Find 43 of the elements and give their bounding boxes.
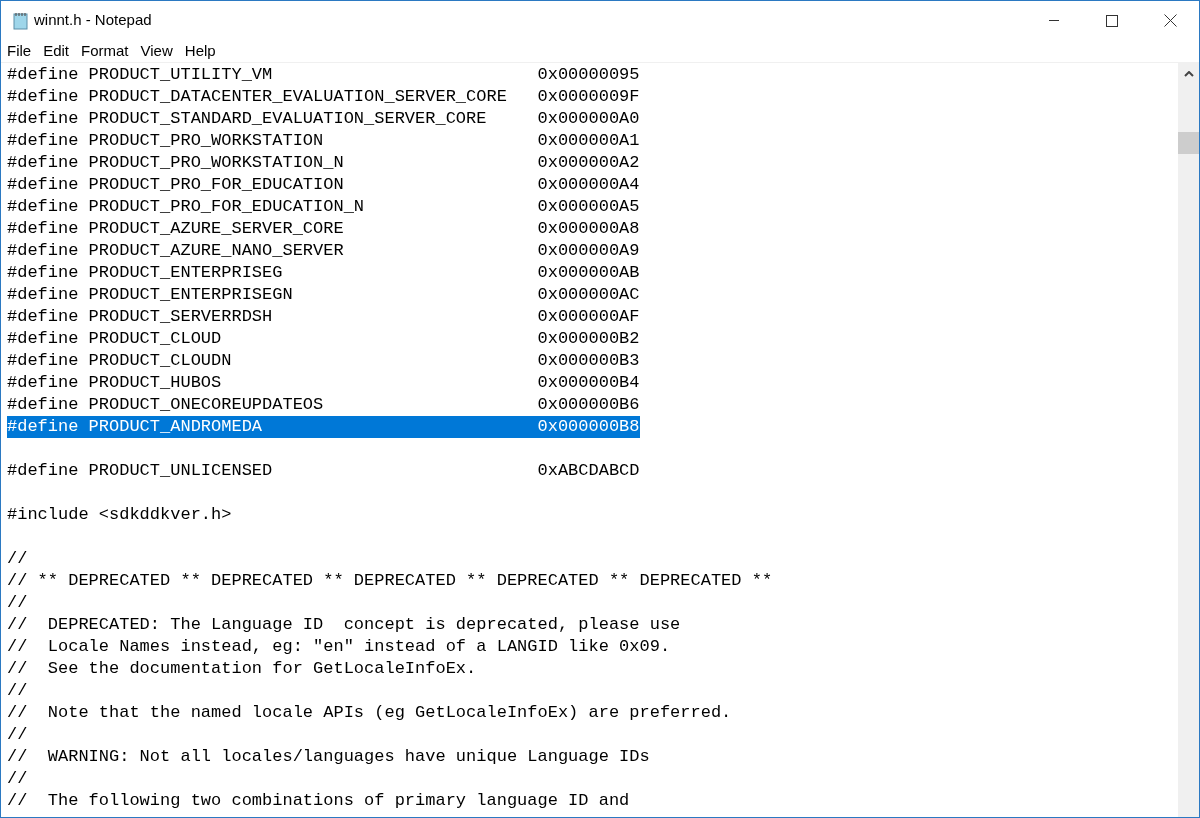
code-line: #include <sdkddkver.h> bbox=[7, 505, 232, 524]
code-line: #define PRODUCT_PRO_FOR_EDUCATION 0x000000A4 bbox=[7, 174, 640, 196]
code-line: // Note that the named locale APIs (eg GetLocaleInfoEx) are preferred. bbox=[7, 703, 732, 722]
scroll-up-icon[interactable] bbox=[1183, 71, 1194, 77]
code-line: // DEPRECATED: The Language ID concept is deprecated, please use bbox=[7, 615, 681, 634]
code-line: #define PRODUCT_ONECOREUPDATEOS 0x000000B6 bbox=[7, 394, 640, 416]
code-line: // bbox=[7, 725, 28, 744]
code-line: // WARNING: Not all locales/languages have unique Language IDs bbox=[7, 747, 650, 766]
code-line: // Locale Names instead, eg: "en" instead of a LANGID like 0x09. bbox=[7, 637, 671, 656]
menu-item[interactable]: Help bbox=[178, 39, 222, 63]
code-line: #define PRODUCT_ENTERPRISEGN 0x000000AC bbox=[7, 284, 640, 306]
notepad-icon bbox=[12, 11, 30, 30]
code-line: #define PRODUCT_ENTERPRISEG 0x000000AB bbox=[7, 262, 640, 284]
code-line: #define PRODUCT_UTILITY_VM 0x00000095 bbox=[7, 64, 640, 86]
menu-item[interactable]: Format bbox=[75, 39, 135, 63]
window-title: winnt.h - Notepad bbox=[34, 10, 152, 31]
menu-item[interactable]: File bbox=[1, 39, 38, 63]
code-line: // The following two combinations of primary language ID and bbox=[7, 791, 630, 810]
code-line: // bbox=[7, 769, 28, 788]
code-line: // bbox=[7, 681, 28, 700]
code-line: #define PRODUCT_PRO_WORKSTATION 0x000000A1 bbox=[7, 130, 640, 152]
code-line: #define PRODUCT_PRO_WORKSTATION_N 0x000000A2 bbox=[7, 152, 640, 174]
code-line: // See the documentation for GetLocaleInfoEx. bbox=[7, 659, 477, 678]
close-icon bbox=[1163, 14, 1177, 27]
menu-item[interactable]: Edit bbox=[37, 39, 76, 63]
scrollbar[interactable] bbox=[1178, 63, 1199, 817]
minimize-icon bbox=[1049, 20, 1059, 21]
code-line: #define PRODUCT_UNLICENSED 0xABCDABCD bbox=[7, 460, 640, 482]
code-line: // ** DEPRECATED ** DEPRECATED ** DEPRECATED ** DEPRECATED ** DEPRECATED ** bbox=[7, 571, 773, 590]
code-line: #define PRODUCT_SERVERRDSH 0x000000AF bbox=[7, 306, 640, 328]
code-line: #define PRODUCT_CLOUDN 0x000000B3 bbox=[7, 350, 640, 372]
code-line: // bbox=[7, 593, 28, 612]
code-line: // bbox=[7, 549, 28, 568]
code-line: #define PRODUCT_DATACENTER_EVALUATION_SERVER_CORE 0x0000009F bbox=[7, 86, 640, 108]
code-line: #define PRODUCT_CLOUD 0x000000B2 bbox=[7, 328, 640, 350]
code-line: #define PRODUCT_PRO_FOR_EDUCATION_N 0x000000A5 bbox=[7, 196, 640, 218]
scrollbar-thumb[interactable] bbox=[1178, 132, 1199, 154]
code-line: #define PRODUCT_AZURE_NANO_SERVER 0x000000A9 bbox=[7, 240, 640, 262]
code-line: #define PRODUCT_STANDARD_EVALUATION_SERVER_CORE 0x000000A0 bbox=[7, 108, 640, 130]
code-line: #define PRODUCT_AZURE_SERVER_CORE 0x000000A8 bbox=[7, 218, 640, 240]
code-line: #define PRODUCT_HUBOS 0x000000B4 bbox=[7, 372, 640, 394]
menu-item[interactable]: View bbox=[134, 39, 179, 63]
maximize-icon bbox=[1106, 14, 1118, 27]
